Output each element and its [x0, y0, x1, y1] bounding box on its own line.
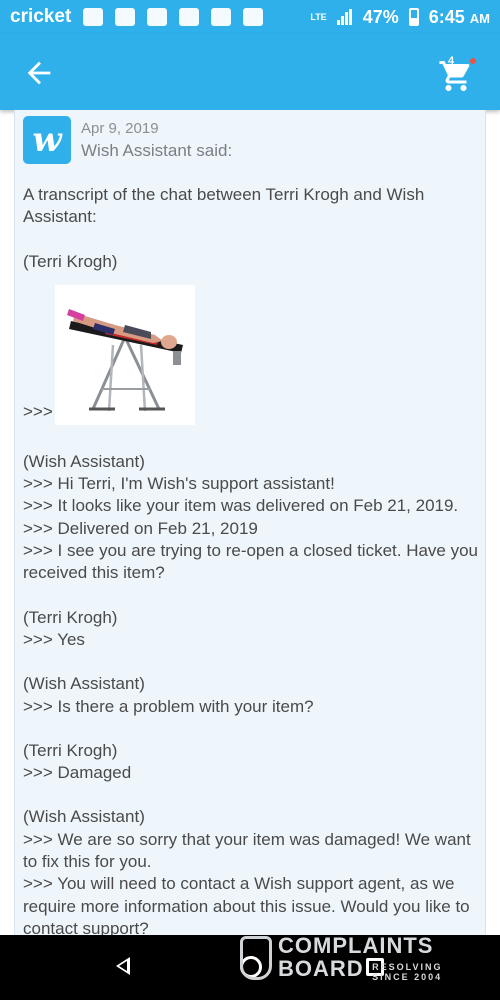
battery-icon: [408, 8, 419, 26]
chat-lines: >>> Hi Terri, I'm Wish's support assista…: [23, 474, 479, 583]
chat-lines: >>> Damaged: [23, 763, 132, 783]
message-body: A transcript of the chat between Terri K…: [23, 184, 483, 935]
chat-lines: >>> Yes: [23, 629, 85, 649]
speaker-label: (Terri Krogh): [23, 607, 118, 627]
cart-button[interactable]: 4: [438, 52, 478, 92]
speaker-label: (Wish Assistant): [23, 451, 145, 471]
message-icon: [83, 8, 104, 26]
nav-back-icon[interactable]: [116, 957, 130, 975]
inversion-table-image: [55, 284, 195, 425]
watermark-line1: COMPLAINTS: [278, 933, 434, 958]
shopping-cart-icon: [439, 61, 470, 91]
clock-ampm: AM: [469, 10, 490, 26]
back-button[interactable]: [22, 56, 56, 90]
app-bar: 4: [0, 34, 500, 110]
message-sender: Wish Assistant said:: [81, 141, 233, 160]
message-date: Apr 9, 2019: [81, 120, 159, 137]
cart-notification-dot: [470, 58, 476, 64]
alert-message-icon: [179, 8, 200, 26]
play-store-icon: [211, 8, 232, 26]
status-bar: cricket LTE 47% 6:45 AM: [0, 0, 500, 34]
speaker-label: (Wish Assistant): [23, 674, 145, 694]
complaintsboard-watermark: COMPLAINTS BOARD RESOLVING SINCE 2004: [240, 934, 442, 982]
product-image[interactable]: [55, 284, 195, 425]
signal-icon: [336, 9, 353, 25]
watermark-small1: RESOLVING: [372, 961, 443, 972]
chat-lines: >>> We are so sorry that your item was d…: [23, 829, 471, 935]
cart-count-badge: 4: [448, 55, 455, 67]
wish-logo-icon: w: [23, 116, 71, 164]
battery-percent: 47%: [362, 6, 399, 27]
image-speaker: (Terri Krogh): [23, 251, 118, 271]
clock-time: 6:45: [428, 6, 465, 27]
message-thread[interactable]: w Apr 9, 2019 Wish Assistant said: A tra…: [14, 110, 486, 935]
message-header: w Apr 9, 2019 Wish Assistant said:: [23, 116, 232, 164]
maps-icon: [243, 8, 264, 26]
speaker-label: (Terri Krogh): [23, 740, 118, 760]
arrow-left-icon: [27, 61, 51, 85]
image-prefix: >>>: [23, 401, 53, 421]
watermark-line2: BOARD: [278, 956, 364, 981]
transcript-intro: A transcript of the chat between Terri K…: [23, 185, 425, 227]
shield-logo-icon: [240, 935, 272, 980]
network-type: LTE: [310, 11, 327, 22]
watermark-small2: SINCE 2004: [372, 971, 443, 982]
chat-lines: >>> Is there a problem with your item?: [23, 696, 314, 716]
speaker-label: (Wish Assistant): [23, 807, 145, 827]
notification-icons: [83, 8, 264, 26]
carrier-name: cricket: [10, 6, 72, 27]
gallery-icon: [147, 8, 168, 26]
gmail-icon: [115, 8, 136, 26]
